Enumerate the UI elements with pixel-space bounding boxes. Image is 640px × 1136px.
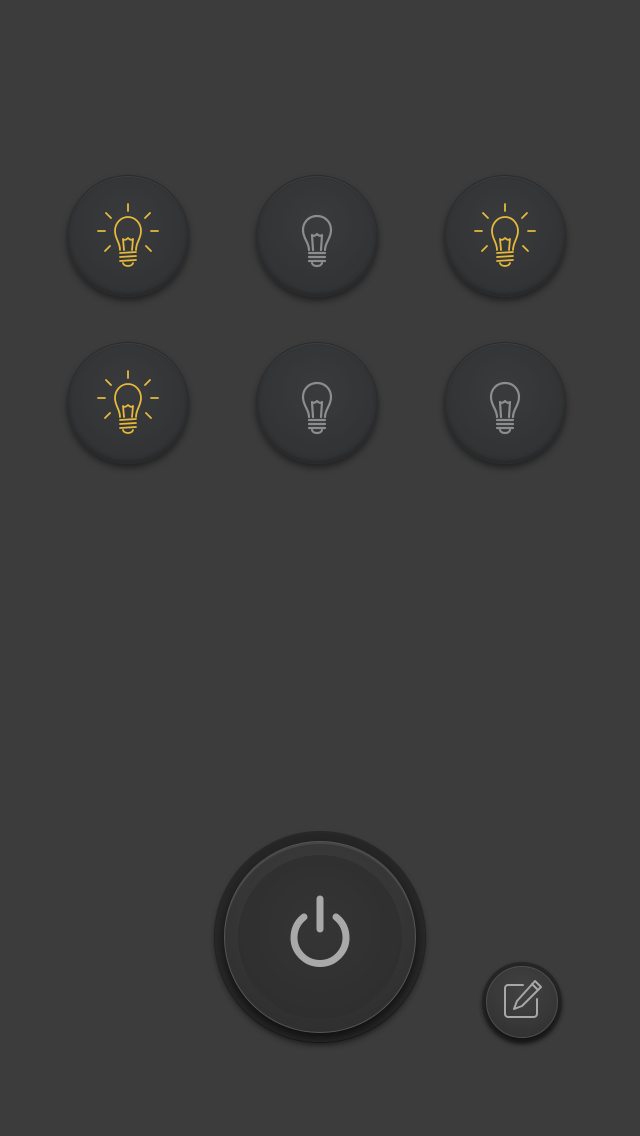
lightbulb-off-icon xyxy=(469,367,541,439)
edit-button[interactable] xyxy=(486,966,558,1038)
lightbulb-on-icon xyxy=(469,200,541,272)
lightbulb-off-icon xyxy=(281,200,353,272)
power-icon xyxy=(278,893,362,982)
power-button-face xyxy=(238,855,402,1019)
light-toggle-4[interactable] xyxy=(67,342,189,464)
light-toggle-6[interactable] xyxy=(444,342,566,464)
light-toggle-5[interactable] xyxy=(256,342,378,464)
lights-grid xyxy=(0,0,640,520)
lightbulb-on-icon xyxy=(92,200,164,272)
lightbulb-on-icon xyxy=(92,367,164,439)
lightbulb-off-icon xyxy=(281,367,353,439)
edit-pencil-icon xyxy=(499,977,545,1028)
light-toggle-1[interactable] xyxy=(67,175,189,297)
light-toggle-3[interactable] xyxy=(444,175,566,297)
light-toggle-2[interactable] xyxy=(256,175,378,297)
power-button[interactable] xyxy=(224,841,416,1033)
